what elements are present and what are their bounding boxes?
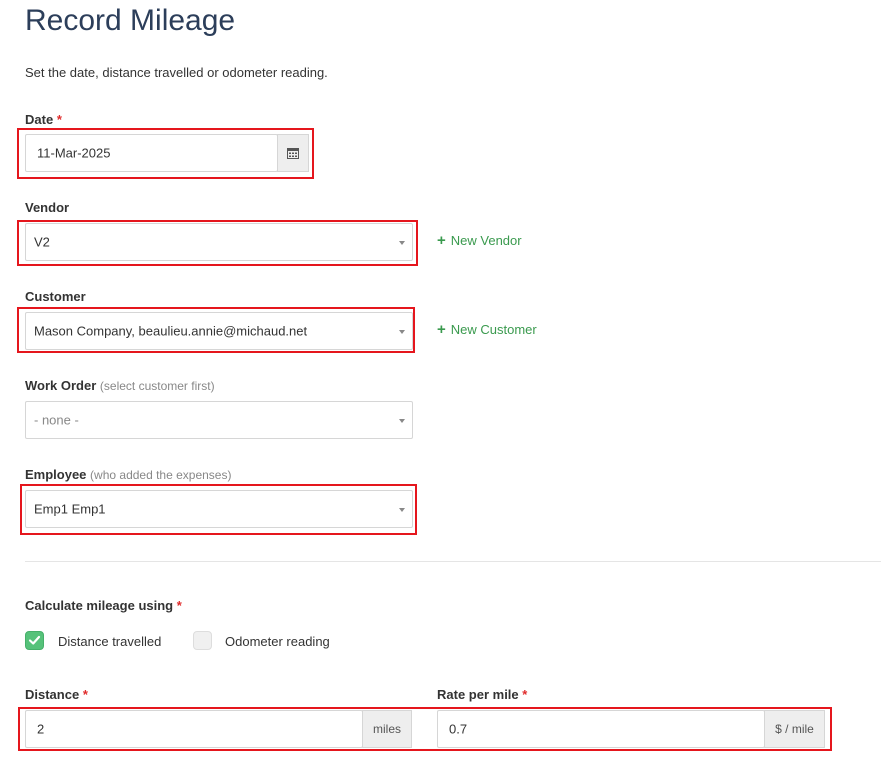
employee-label: Employee (who added the expenses) [25,467,232,482]
vendor-select[interactable]: V2 [25,223,413,261]
work-order-hint: (select customer first) [99,379,215,393]
chevron-down-icon [399,241,405,245]
distance-input[interactable]: 2 [25,710,363,748]
date-label: Date * [25,112,62,127]
odometer-reading-label[interactable]: Odometer reading [225,634,330,649]
distance-travelled-label[interactable]: Distance travelled [58,634,161,649]
required-marker: * [176,598,182,613]
rate-input[interactable]: 0.7 [437,710,765,748]
chevron-down-icon [399,419,405,423]
page-subtitle: Set the date, distance travelled or odom… [25,65,328,80]
distance-label: Distance * [25,687,88,702]
employee-hint: (who added the expenses) [90,468,232,482]
date-picker-button[interactable] [277,134,309,172]
work-order-label: Work Order (select customer first) [25,378,215,393]
rate-unit-addon: $ / mile [764,710,825,748]
date-input[interactable]: 11-Mar-2025 [25,134,278,172]
required-marker: * [82,687,88,702]
check-icon [28,635,41,645]
distance-unit-addon: miles [362,710,412,748]
distance-travelled-checkbox[interactable] [25,631,44,650]
customer-label: Customer [25,289,86,304]
new-vendor-link[interactable]: + New Vendor [437,231,522,249]
chevron-down-icon [399,508,405,512]
plus-icon: + [437,320,446,338]
required-marker: * [56,112,62,127]
odometer-reading-checkbox[interactable] [193,631,212,650]
work-order-select[interactable]: - none - [25,401,413,439]
customer-select[interactable]: Mason Company, beaulieu.annie@michaud.ne… [25,312,413,350]
rate-label: Rate per mile * [437,687,528,702]
plus-icon: + [437,231,446,249]
new-customer-link[interactable]: + New Customer [437,320,537,338]
calendar-icon [287,148,299,159]
required-marker: * [522,687,528,702]
chevron-down-icon [399,330,405,334]
employee-select[interactable]: Emp1 Emp1 [25,490,413,528]
section-divider [25,561,881,562]
vendor-label: Vendor [25,200,70,215]
page-title: Record Mileage [25,4,236,37]
mileage-method-label: Calculate mileage using * [25,598,182,613]
